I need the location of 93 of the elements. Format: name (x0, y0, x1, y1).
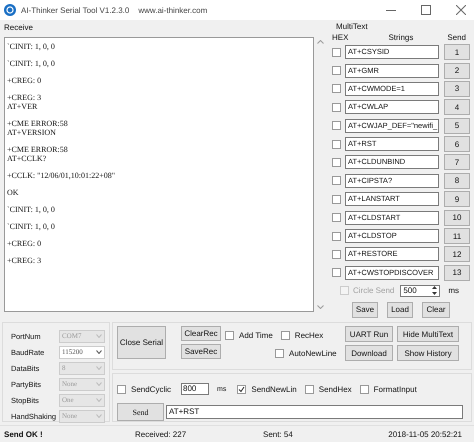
send-option-label: FormatInput (374, 384, 417, 394)
send-option-checkbox[interactable] (237, 384, 246, 394)
log-line: AT+VERSION (7, 128, 57, 137)
multitext-button[interactable]: Load (387, 302, 413, 318)
caret-icon (96, 334, 102, 338)
send-button[interactable]: 11 (444, 228, 470, 244)
log-line: `CINIT: 1, 0, 0 (7, 222, 56, 231)
scroll-up-icon[interactable] (316, 40, 324, 44)
hex-checkbox[interactable] (332, 84, 341, 94)
send-button[interactable]: 1 (444, 44, 470, 60)
close-serial-button[interactable]: Close Serial (117, 326, 166, 359)
send-option-checkbox[interactable] (304, 384, 314, 394)
hex-checkbox[interactable] (332, 232, 341, 241)
log-line: +CREG: 0 (7, 76, 42, 85)
multitext-label: MultiText (335, 22, 369, 32)
show-history-button[interactable]: Show History (397, 345, 459, 361)
spinner-arrows-icon[interactable] (431, 285, 438, 296)
hex-checkbox[interactable] (332, 66, 341, 76)
log-line: AT+CCLK? (7, 154, 48, 163)
rec-hex-label: RecHex (294, 330, 324, 340)
scroll-down-icon[interactable] (316, 305, 324, 309)
hex-checkbox[interactable] (332, 140, 341, 149)
download-button[interactable]: Download (345, 345, 393, 361)
received-count: Received: 227 (135, 430, 188, 438)
hex-checkbox[interactable] (332, 48, 341, 57)
interval-field[interactable]: 800 (181, 383, 210, 395)
send-option-label: SendHex (318, 384, 352, 394)
hex-checkbox[interactable] (332, 194, 341, 204)
interval-unit: ms (448, 286, 460, 296)
auto-newline-checkbox[interactable] (275, 348, 284, 358)
send-button[interactable]: 12 (444, 246, 470, 262)
caret-icon (96, 398, 102, 402)
window-title: AI-Thinker Serial Tool V1.2.3.0 (21, 6, 130, 14)
hide-multitext-button[interactable]: Hide MultiText (397, 326, 459, 342)
log-line: `CINIT: 1, 0, 0 (7, 59, 56, 68)
caret-icon (96, 414, 102, 418)
send-button[interactable]: 4 (444, 99, 470, 116)
send-input-field[interactable]: AT+RST (166, 405, 463, 419)
status-message: Send OK ! (4, 430, 44, 438)
multitext-button[interactable]: Clear (422, 302, 450, 318)
maximize-icon[interactable] (421, 5, 431, 15)
sent-count: Sent: 54 (263, 430, 294, 438)
send-cyclic-label: SendCyclic (131, 384, 172, 394)
log-line: AT+VER (7, 102, 38, 111)
app-logo-icon (4, 4, 16, 16)
log-line: +CREG: 3 (7, 256, 42, 265)
timestamp: 2018-11-05 20:52:21 (388, 430, 462, 438)
uart-run-button[interactable]: UART Run (345, 326, 393, 342)
caret-icon (96, 366, 102, 370)
send-button[interactable]: 8 (444, 172, 470, 189)
caret-icon (96, 382, 102, 386)
add-time-label: Add Time (239, 330, 273, 340)
send-button[interactable]: Send (117, 403, 164, 421)
add-time-checkbox[interactable] (225, 330, 234, 340)
send-button[interactable]: 7 (444, 154, 470, 170)
send-button[interactable]: 13 (444, 264, 470, 281)
send-button[interactable]: 9 (444, 191, 470, 208)
log-line: +CREG: 3 (7, 93, 42, 102)
multitext-button[interactable]: Save (352, 302, 378, 318)
rec-hex-checkbox[interactable] (280, 330, 290, 340)
column-header: Send (447, 32, 466, 42)
send-button[interactable]: 2 (444, 62, 470, 79)
send-cyclic-checkbox[interactable] (117, 384, 126, 394)
send-button[interactable]: 5 (444, 118, 470, 134)
hex-checkbox[interactable] (332, 213, 341, 222)
log-line: OK (7, 188, 20, 197)
send-button[interactable]: 10 (444, 210, 470, 226)
clear-receive-button[interactable]: ClearRec (181, 326, 221, 341)
log-line: +CREG: 0 (7, 239, 42, 248)
caret-icon (96, 350, 102, 354)
hex-checkbox[interactable] (332, 121, 341, 130)
auto-newline-label: AutoNewLine (289, 348, 337, 358)
hex-checkbox[interactable] (332, 158, 341, 167)
log-line: `CINIT: 1, 0, 0 (7, 42, 56, 51)
hex-checkbox[interactable] (332, 250, 341, 259)
send-option-checkbox[interactable] (360, 384, 369, 394)
log-line: `CINIT: 1, 0, 0 (7, 205, 56, 214)
column-header: Strings (388, 32, 414, 42)
send-button[interactable]: 3 (444, 80, 470, 97)
save-receive-button[interactable]: SaveRec (181, 344, 221, 359)
website-url: www.ai-thinker.com (138, 6, 208, 14)
column-header: HEX (332, 32, 348, 42)
hex-checkbox[interactable] (332, 176, 341, 186)
circle-send-label: Circle Send (353, 286, 394, 296)
log-line: +CME ERROR:58 (7, 119, 69, 128)
hex-checkbox[interactable] (332, 102, 341, 112)
hex-checkbox[interactable] (332, 268, 341, 278)
log-line: +CME ERROR:58 (7, 145, 69, 154)
close-icon[interactable] (456, 5, 466, 15)
receive-label: Receive (4, 23, 34, 33)
send-button[interactable]: 6 (444, 136, 470, 152)
log-line: +CCLK: "12/06/01,10:01:22+08" (7, 171, 116, 180)
send-option-label: SendNewLin (251, 384, 297, 394)
